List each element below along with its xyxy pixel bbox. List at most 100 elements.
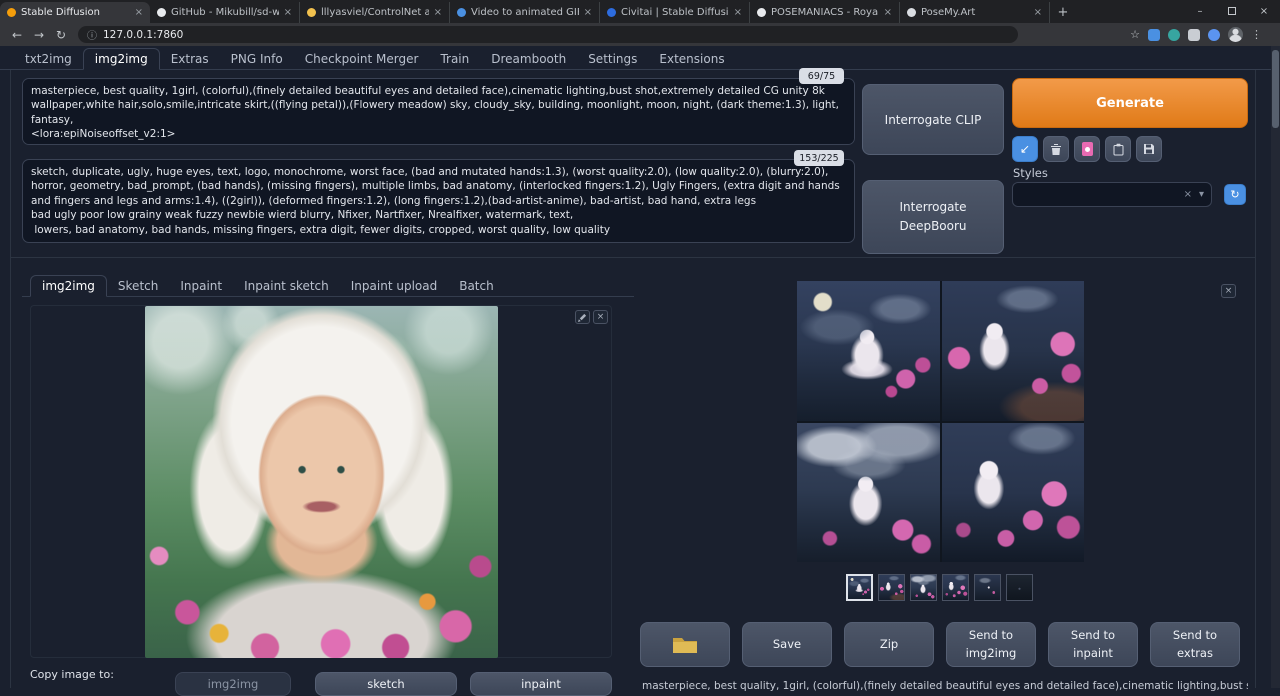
kebab-menu-icon[interactable]: ⋮ (1251, 28, 1262, 41)
browser-tab-title: GitHub - Mikubill/sd-webui-con... (171, 7, 279, 18)
minimize-icon[interactable]: – (1184, 0, 1216, 22)
negative-prompt-input[interactable]: sketch, duplicate, ugly, huge eyes, text… (22, 159, 855, 243)
forward-icon[interactable]: → (28, 28, 50, 42)
tab-sketch[interactable]: Sketch (107, 276, 169, 296)
address-bar[interactable]: ⓘ 127.0.0.1:7860 (78, 26, 1018, 43)
browser-tab[interactable]: Video to animated GIF converter × (450, 2, 600, 23)
tab-settings[interactable]: Settings (577, 49, 648, 69)
zip-button[interactable]: Zip (844, 622, 934, 667)
extension-icon[interactable] (1208, 29, 1220, 41)
close-gallery-button[interactable]: × (1221, 284, 1236, 298)
gallery-thumbnail[interactable] (846, 574, 873, 601)
styles-dropdown[interactable]: × ▾ (1012, 182, 1212, 207)
favicon (907, 8, 916, 17)
chevron-down-icon[interactable]: ▾ (1199, 189, 1204, 200)
clear-prompt-button[interactable] (1043, 136, 1069, 162)
clear-styles-icon[interactable]: × (1184, 189, 1192, 200)
site-info-icon[interactable]: ⓘ (87, 27, 97, 42)
gallery-thumbnail[interactable] (942, 574, 969, 601)
browser-tab-title: Video to animated GIF converter (471, 7, 579, 18)
gallery-image[interactable] (942, 423, 1085, 563)
tab-checkpoint-merger[interactable]: Checkpoint Merger (294, 49, 430, 69)
tab-extensions[interactable]: Extensions (648, 49, 735, 69)
copy-to-img2img-button[interactable]: img2img (175, 672, 291, 696)
extension-icon[interactable] (1168, 29, 1180, 41)
browser-tab[interactable]: PoseMy.Art × (900, 2, 1050, 23)
generate-button[interactable]: Generate (1012, 78, 1248, 128)
new-tab-button[interactable]: + (1050, 2, 1076, 23)
tab-png-info[interactable]: PNG Info (220, 49, 294, 69)
tab-close-icon[interactable]: × (734, 7, 742, 18)
save-button[interactable]: Save (742, 622, 832, 667)
browser-tab[interactable]: lllyasviel/ControlNet at main × (300, 2, 450, 23)
gallery-thumbnail[interactable] (1006, 574, 1033, 601)
styles-label: Styles (1013, 166, 1048, 180)
tab-inpaint-upload[interactable]: Inpaint upload (340, 276, 448, 296)
clipboard-icon (1113, 143, 1124, 156)
copy-to-inpaint-button[interactable]: inpaint (470, 672, 612, 696)
tab-dreambooth[interactable]: Dreambooth (480, 49, 577, 69)
gallery-thumbnail[interactable] (974, 574, 1001, 601)
remove-image-button[interactable]: × (593, 310, 608, 324)
tab-extras[interactable]: Extras (160, 49, 220, 69)
webui-nav-tabs: txt2img img2img Extras PNG Info Checkpoi… (0, 46, 1271, 70)
browser-tab[interactable]: GitHub - Mikubill/sd-webui-con... × (150, 2, 300, 23)
tab-txt2img[interactable]: txt2img (14, 49, 83, 69)
browser-toolbar: ← → ↻ ⓘ 127.0.0.1:7860 ☆ ⋮ (0, 23, 1280, 46)
save-style-button[interactable] (1136, 136, 1162, 162)
browser-tab[interactable]: POSEMANIACS - Royalty free 3... × (750, 2, 900, 23)
gallery-thumbnail[interactable] (910, 574, 937, 601)
extra-networks-button[interactable] (1074, 136, 1100, 162)
tab-close-icon[interactable]: × (434, 7, 442, 18)
browser-tab[interactable]: Stable Diffusion × (0, 2, 150, 23)
profile-avatar[interactable] (1228, 27, 1243, 42)
tab-close-icon[interactable]: × (284, 7, 292, 18)
token-counter: 69/75 (799, 68, 844, 84)
tab-close-icon[interactable]: × (584, 7, 592, 18)
page-scrollbar[interactable] (1271, 46, 1280, 688)
apply-style-button[interactable] (1105, 136, 1131, 162)
interrogate-deepbooru-button[interactable]: Interrogate DeepBooru (862, 180, 1004, 254)
toolbar-icons: ☆ ⋮ (1130, 27, 1274, 42)
gallery-thumbnails (846, 574, 1033, 601)
tab-close-icon[interactable]: × (135, 7, 143, 18)
refresh-styles-button[interactable]: ↻ (1224, 184, 1246, 205)
tab-batch[interactable]: Batch (448, 276, 505, 296)
browser-tab[interactable]: Civitai | Stable Diffusion model... × (600, 2, 750, 23)
gallery-image[interactable] (797, 281, 940, 421)
extension-icon[interactable] (1148, 29, 1160, 41)
copy-image-to-label: Copy image to: (30, 668, 114, 681)
paste-params-button[interactable]: ↙ (1012, 136, 1038, 162)
scrollbar-thumb[interactable] (1272, 50, 1279, 128)
tab-inpaint-sketch[interactable]: Inpaint sketch (233, 276, 340, 296)
tab-img2img[interactable]: img2img (83, 48, 160, 70)
reload-icon[interactable]: ↻ (50, 28, 72, 42)
send-to-inpaint-button[interactable]: Send to inpaint (1048, 622, 1138, 667)
tab-inpaint[interactable]: Inpaint (169, 276, 233, 296)
extra-networks-icon (1082, 142, 1093, 156)
extension-icon[interactable] (1188, 29, 1200, 41)
send-to-img2img-button[interactable]: Send to img2img (946, 622, 1036, 667)
bookmark-star-icon[interactable]: ☆ (1130, 28, 1140, 41)
open-folder-button[interactable] (640, 622, 730, 667)
edit-image-button[interactable] (575, 310, 590, 324)
tab-close-icon[interactable]: × (1034, 7, 1042, 18)
prompt-input[interactable]: masterpiece, best quality, 1girl, (color… (22, 78, 855, 145)
tab-img2img-mode[interactable]: img2img (30, 275, 107, 297)
maximize-icon[interactable] (1216, 0, 1248, 22)
gallery-image[interactable] (942, 281, 1085, 421)
interrogate-clip-button[interactable]: Interrogate CLIP (862, 84, 1004, 155)
gallery-image[interactable] (797, 423, 940, 563)
tab-train[interactable]: Train (429, 49, 480, 69)
back-icon[interactable]: ← (6, 28, 28, 42)
copy-to-sketch-button[interactable]: sketch (315, 672, 457, 696)
tab-close-icon[interactable]: × (884, 7, 892, 18)
source-image[interactable] (145, 306, 498, 658)
pencil-icon (578, 313, 587, 322)
trash-icon (1050, 143, 1062, 156)
gallery-thumbnail[interactable] (878, 574, 905, 601)
favicon (7, 8, 16, 17)
browser-tab-strip: Stable Diffusion × GitHub - Mikubill/sd-… (0, 0, 1280, 23)
send-to-extras-button[interactable]: Send to extras (1150, 622, 1240, 667)
window-close-icon[interactable]: × (1248, 0, 1280, 22)
